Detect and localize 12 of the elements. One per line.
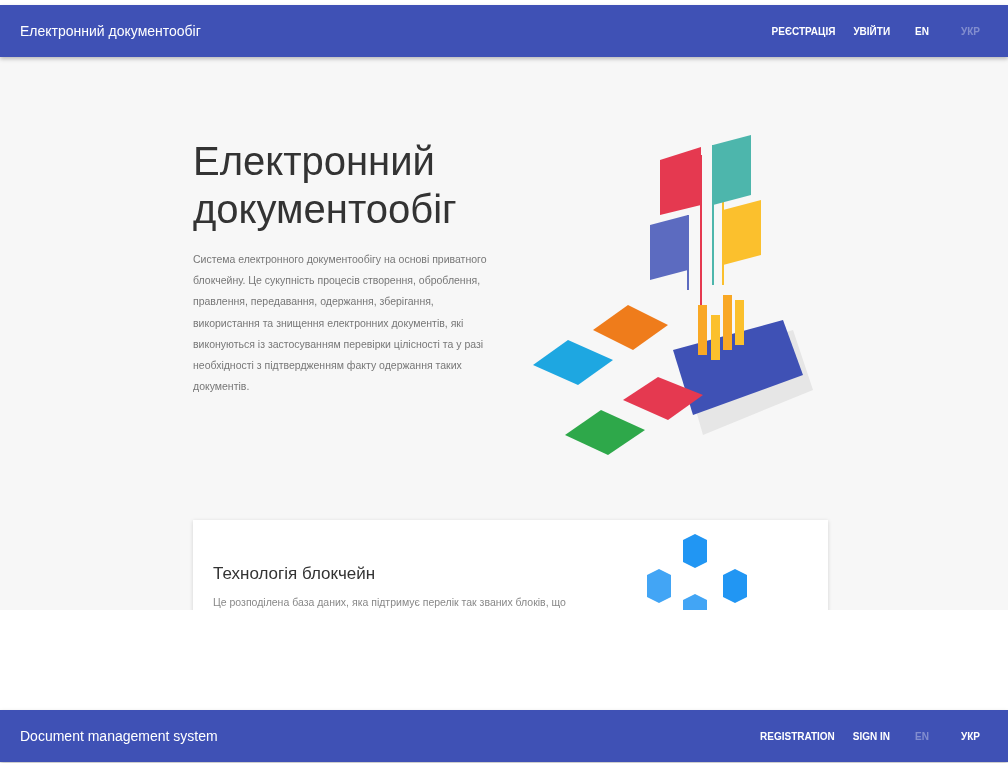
hero-title: Електронний документообіг xyxy=(193,138,458,233)
nav-link[interactable]: SIGN IN xyxy=(845,724,898,748)
nav-link[interactable]: REGISTRATION xyxy=(753,724,842,748)
card-title: Технологія блокчейн xyxy=(213,564,377,584)
nav-link[interactable]: РЕЄСТРАЦІЯ xyxy=(764,19,843,43)
language-link[interactable]: УКР xyxy=(947,724,994,748)
language-link[interactable]: EN xyxy=(901,19,943,43)
card-description: Це розподілена база даних, яка підтримує перелік так званих блоків, що xyxy=(213,596,566,608)
hero-description: Система електронного документообігу на основі приватного блокчейну. Це сукупність процесів створення, оброблення, правлення, передавання, одержання, зберігання, використання та знищення електронних документів, які виконуються із застосуванням перевірки цілісності та у разі необхідності з підтвердженням факту одержання таких документів. xyxy=(193,252,488,395)
app-title: Електронний документообіг xyxy=(20,23,201,39)
nav-link[interactable]: УВІЙТИ xyxy=(846,19,898,43)
app-title: Document management system xyxy=(20,728,218,744)
